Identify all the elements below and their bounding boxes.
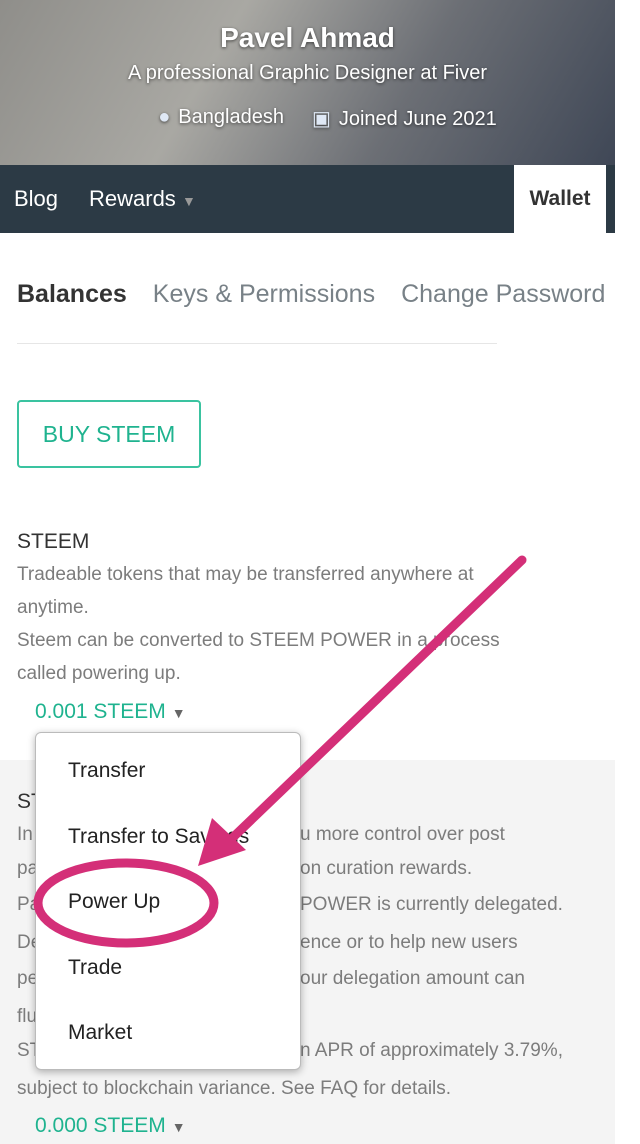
steem-title: STEEM	[17, 530, 90, 553]
sp-desc-line: subject to blockchain variance. See FAQ …	[17, 1078, 452, 1099]
steem-section: STEEM Tradeable tokens that may be trans…	[17, 525, 500, 690]
menu-item-market[interactable]: Market	[68, 1021, 132, 1045]
menu-item-power-up[interactable]: Power Up	[68, 890, 160, 914]
steem-desc-line: anytime.	[17, 597, 89, 618]
steem-amount-dropdown[interactable]: 0.001 STEEM ▼	[35, 700, 186, 724]
calendar-icon: ▣	[311, 108, 331, 130]
profile-nav: Blog Rewards ▼ Wallet	[0, 165, 615, 233]
nav-blog[interactable]: Blog	[14, 186, 58, 212]
tab-change-password[interactable]: Change Password	[401, 280, 605, 308]
steem-power-amount: 0.000 STEEM	[35, 1114, 166, 1137]
sp-desc-fragment: n APR of approximately 3.79%,	[300, 1040, 563, 1061]
sp-desc-fragment: on curation rewards.	[300, 858, 473, 879]
nav-rewards[interactable]: Rewards ▼	[89, 186, 196, 212]
nav-rewards-label: Rewards	[89, 186, 176, 211]
sp-desc-fragment: u more control over post	[300, 824, 505, 845]
profile-location: Bangladesh	[178, 106, 284, 128]
location-pin-icon: ●	[158, 106, 171, 128]
steem-power-amount-dropdown[interactable]: 0.000 STEEM ▼	[35, 1114, 186, 1138]
caret-down-icon: ▼	[171, 705, 186, 721]
menu-item-transfer[interactable]: Transfer	[68, 759, 145, 783]
profile-name: Pavel Ahmad	[220, 22, 395, 53]
sp-desc-fragment: In	[17, 824, 33, 845]
caret-down-icon: ▼	[181, 193, 196, 209]
profile-header: Pavel Ahmad A professional Graphic Desig…	[0, 0, 615, 165]
buy-steem-button[interactable]: BUY STEEM	[17, 400, 201, 468]
sp-desc-fragment: POWER is currently delegated.	[300, 894, 563, 915]
menu-item-trade[interactable]: Trade	[68, 956, 122, 980]
steem-desc-line: Tradeable tokens that may be transferred…	[17, 564, 474, 585]
steem-desc-line: called powering up.	[17, 663, 181, 684]
tab-keys-permissions[interactable]: Keys & Permissions	[153, 280, 375, 308]
steem-actions-menu: Transfer Transfer to Savings Power Up Tr…	[35, 732, 301, 1070]
menu-item-transfer-to-savings[interactable]: Transfer to Savings	[68, 825, 249, 849]
steem-desc-line: Steem can be converted to STEEM POWER in…	[17, 630, 500, 651]
profile-bio: A professional Graphic Designer at Fiver	[127, 62, 488, 84]
nav-wallet[interactable]: Wallet	[514, 165, 606, 233]
sp-desc-fragment: our delegation amount can	[300, 968, 525, 989]
caret-down-icon: ▼	[171, 1119, 186, 1135]
profile-joined: Joined June 2021	[338, 108, 497, 130]
divider	[17, 343, 497, 344]
tab-balances[interactable]: Balances	[17, 280, 127, 308]
sp-desc-fragment: ence or to help new users	[300, 932, 518, 953]
steem-amount: 0.001 STEEM	[35, 700, 166, 723]
